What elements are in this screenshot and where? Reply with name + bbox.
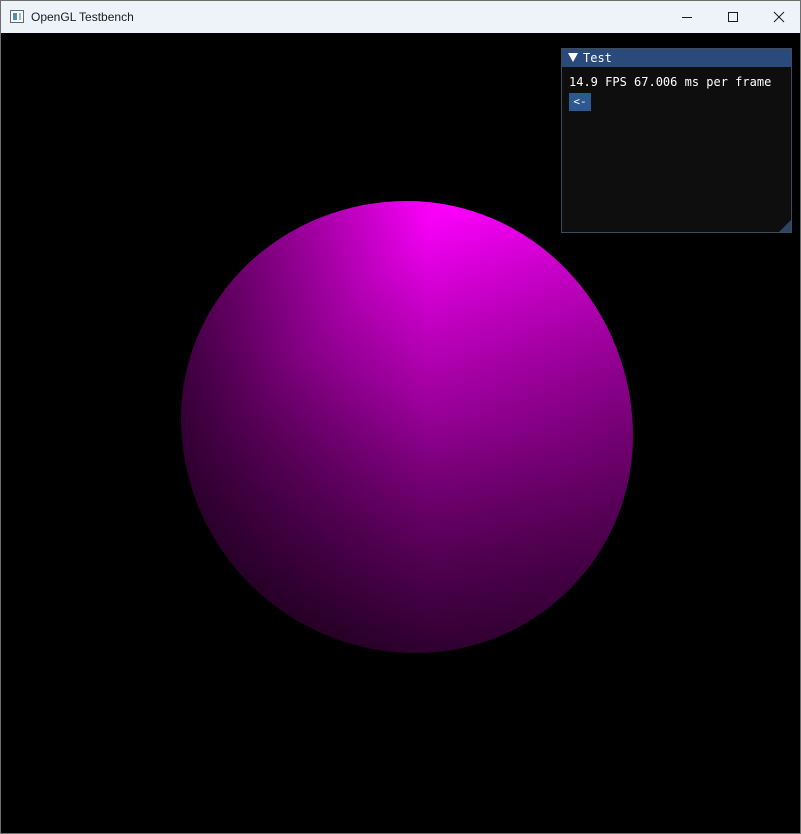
app-window: OpenGL Testbench Test 14.9 FPS 67.006 ms… bbox=[0, 0, 801, 834]
imgui-title-bar[interactable]: Test bbox=[562, 49, 791, 67]
app-window-icon bbox=[10, 10, 24, 23]
minimize-button[interactable] bbox=[664, 1, 710, 33]
app-icon-pane bbox=[13, 13, 17, 20]
close-button[interactable] bbox=[756, 1, 800, 33]
imgui-test-window[interactable]: Test 14.9 FPS 67.006 ms per frame <- bbox=[561, 48, 792, 233]
rendered-sphere bbox=[181, 201, 633, 653]
back-button[interactable]: <- bbox=[569, 93, 591, 111]
title-bar[interactable]: OpenGL Testbench bbox=[1, 1, 800, 33]
maximize-icon bbox=[728, 12, 738, 22]
window-title: OpenGL Testbench bbox=[31, 10, 134, 24]
app-icon-pane-secondary bbox=[19, 13, 21, 20]
close-icon bbox=[773, 11, 785, 23]
minimize-icon bbox=[682, 17, 692, 18]
maximize-button[interactable] bbox=[710, 1, 756, 33]
opengl-viewport[interactable]: Test 14.9 FPS 67.006 ms per frame <- bbox=[1, 33, 800, 833]
resize-grip-icon[interactable] bbox=[779, 220, 791, 232]
triangle-down-icon[interactable] bbox=[568, 53, 578, 62]
imgui-window-title: Test bbox=[583, 51, 612, 65]
fps-readout: 14.9 FPS 67.006 ms per frame bbox=[569, 75, 772, 89]
